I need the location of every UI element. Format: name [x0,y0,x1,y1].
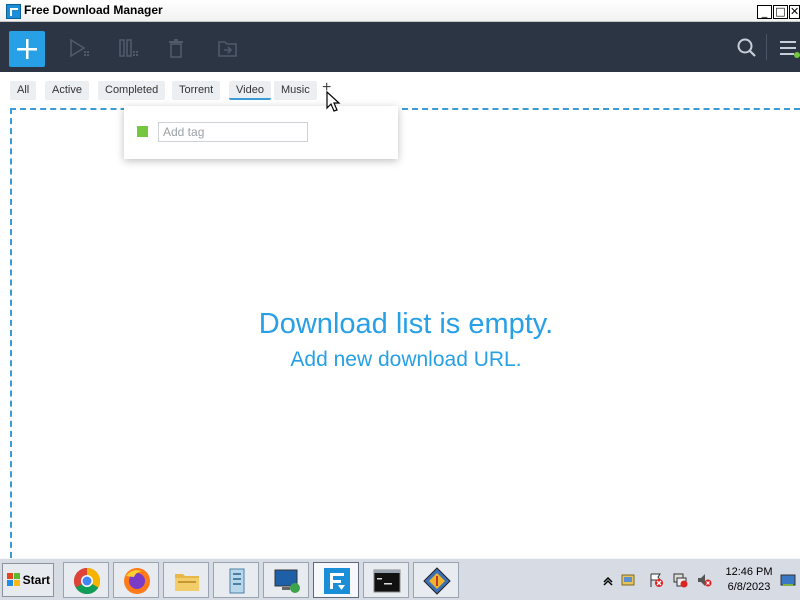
taskbar-app-command-prompt[interactable] [363,562,409,598]
toolbar-divider [766,34,767,60]
mouse-cursor-icon [326,91,341,112]
taskbar-app-chrome[interactable] [63,562,109,598]
network-icon [423,567,451,595]
add-tag-input[interactable] [158,122,308,142]
tab-music[interactable]: Music [274,81,317,100]
action-center-flag-icon[interactable] [648,572,664,588]
empty-list-title: Download list is empty. [258,308,554,340]
add-tag-popup [124,106,398,159]
show-desktop-icon[interactable] [780,572,796,588]
tag-filter-bar: All Active Completed Torrent Video Music… [0,72,800,106]
start-button[interactable]: Start [2,563,54,597]
tab-completed[interactable]: Completed [98,81,166,100]
search-button[interactable] [735,37,761,59]
maximize-button[interactable]: □ [773,5,788,19]
free-download-manager-icon [324,568,350,594]
tab-video[interactable]: Video [229,81,271,100]
clock-date[interactable]: 6/8/2023 [716,581,782,593]
taskbar-app-document[interactable] [213,562,259,598]
start-button[interactable] [68,38,94,60]
menu-icon [780,41,800,58]
main-menu-button[interactable] [776,37,800,59]
taskbar-app-network-tool[interactable] [413,562,459,598]
plus-icon [17,39,37,59]
title-bar: Free Download Manager _ □ ✕ [0,0,800,22]
trash-icon [169,39,183,58]
taskbar: Start 12:46 PM 6/8/2023 [0,558,800,600]
tab-torrent[interactable]: Torrent [172,81,221,100]
taskbar-app-explorer[interactable] [163,562,209,598]
add-download-button[interactable] [9,31,45,67]
file-explorer-icon [175,574,199,591]
move-to-folder-icon [218,41,237,57]
search-icon [737,38,756,57]
command-prompt-icon [373,569,401,593]
network-status-icon[interactable] [672,572,688,588]
windows-flag-icon [7,573,20,586]
tab-active[interactable]: Active [45,81,89,100]
firefox-icon [124,568,150,594]
play-icon [70,38,89,58]
taskbar-app-remote-desktop[interactable] [263,562,309,598]
toolbar [0,22,800,72]
network-tray-icon[interactable] [620,572,636,588]
move-to-button[interactable] [216,38,242,60]
tag-color-swatch[interactable] [137,126,148,137]
minimize-button[interactable]: _ [757,5,772,19]
start-label: Start [22,573,50,587]
clock-time[interactable]: 12:46 PM [716,566,782,578]
volume-muted-icon[interactable] [696,572,712,588]
delete-button[interactable] [165,38,191,60]
app-icon [6,4,21,19]
pause-icon [119,39,138,57]
taskbar-app-firefox[interactable] [113,562,159,598]
chrome-icon [73,567,101,595]
window-title: Free Download Manager [24,3,163,17]
remote-desktop-icon [274,569,300,593]
tab-all[interactable]: All [10,81,37,100]
pause-button[interactable] [117,38,143,60]
show-hidden-icons-chevron-icon[interactable] [600,572,616,588]
taskbar-app-free-download-manager[interactable] [313,562,359,598]
document-icon [229,568,245,594]
add-download-url-link[interactable]: Add new download URL. [0,348,800,372]
close-button[interactable]: ✕ [789,5,800,19]
